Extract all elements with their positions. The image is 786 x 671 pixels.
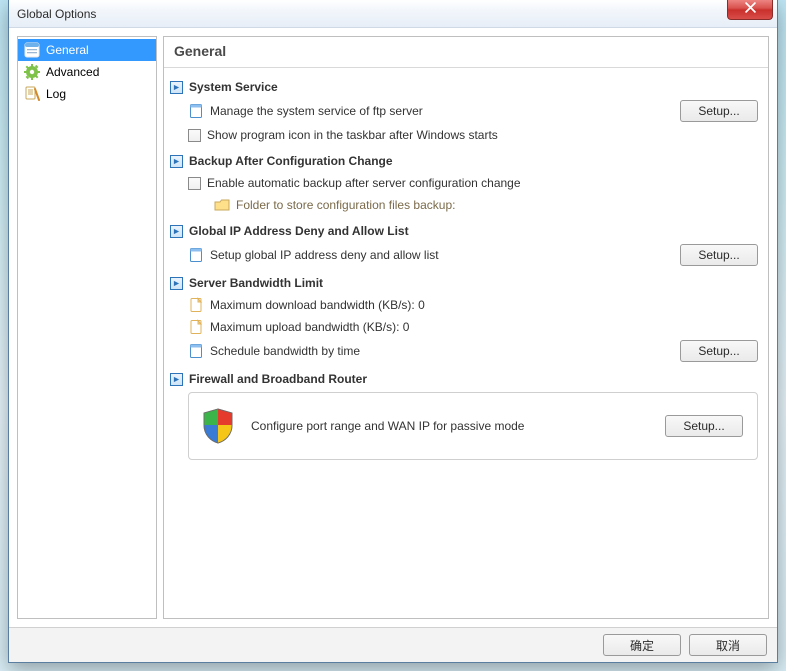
- close-icon: [745, 2, 756, 16]
- row-label: Schedule bandwidth by time: [210, 344, 674, 358]
- sidebar-item-advanced[interactable]: Advanced: [18, 61, 156, 83]
- section-title: Server Bandwidth Limit: [189, 276, 323, 290]
- ok-button[interactable]: 确定: [603, 634, 681, 656]
- row-label: Maximum download bandwidth (KB/s): 0: [210, 298, 762, 312]
- section-title: Backup After Configuration Change: [189, 154, 393, 168]
- section-header-ip-list[interactable]: Global IP Address Deny and Allow List: [170, 224, 762, 238]
- collapse-arrow-icon: [170, 373, 183, 386]
- page-icon: [188, 343, 204, 359]
- row-label: Setup global IP address deny and allow l…: [210, 248, 674, 262]
- sidebar-item-general[interactable]: General: [18, 39, 156, 61]
- sidebar-item-label: Advanced: [46, 65, 99, 79]
- gear-icon: [24, 64, 40, 80]
- row-tray-icon[interactable]: Show program icon in the taskbar after W…: [170, 124, 762, 146]
- row-max-download[interactable]: Maximum download bandwidth (KB/s): 0: [170, 294, 762, 316]
- router-box: Configure port range and WAN IP for pass…: [188, 392, 758, 460]
- row-schedule-bandwidth[interactable]: Schedule bandwidth by time Setup...: [170, 338, 762, 364]
- collapse-arrow-icon: [170, 155, 183, 168]
- sidebar-item-log[interactable]: Log: [18, 83, 156, 105]
- sidebar-item-label: Log: [46, 87, 66, 101]
- setup-button-bandwidth[interactable]: Setup...: [680, 340, 758, 362]
- checkbox[interactable]: [188, 129, 201, 142]
- page-icon: [188, 247, 204, 263]
- shield-icon: [201, 407, 235, 445]
- setup-button-ip-list[interactable]: Setup...: [680, 244, 758, 266]
- row-manage-service[interactable]: Manage the system service of ftp server …: [170, 98, 762, 124]
- main-panel: General System Service Manage the system…: [163, 36, 769, 619]
- row-label: Show program icon in the taskbar after W…: [207, 128, 762, 142]
- log-icon: [24, 86, 40, 102]
- general-icon: [24, 42, 40, 58]
- row-label: Folder to store configuration files back…: [236, 198, 762, 212]
- folder-icon: [214, 197, 230, 213]
- sheet-icon: [188, 297, 204, 313]
- row-ip-list[interactable]: Setup global IP address deny and allow l…: [170, 242, 762, 268]
- section-header-bandwidth[interactable]: Server Bandwidth Limit: [170, 276, 762, 290]
- sheet-icon: [188, 319, 204, 335]
- page-icon: [188, 103, 204, 119]
- collapse-arrow-icon: [170, 277, 183, 290]
- setup-button-router[interactable]: Setup...: [665, 415, 743, 437]
- router-label: Configure port range and WAN IP for pass…: [251, 419, 649, 433]
- window-title: Global Options: [17, 7, 96, 21]
- section-header-router[interactable]: Firewall and Broadband Router: [170, 372, 762, 386]
- setup-button-system-service[interactable]: Setup...: [680, 100, 758, 122]
- row-label: Enable automatic backup after server con…: [207, 176, 762, 190]
- cancel-button[interactable]: 取消: [689, 634, 767, 656]
- section-header-backup[interactable]: Backup After Configuration Change: [170, 154, 762, 168]
- close-button[interactable]: [727, 0, 773, 20]
- collapse-arrow-icon: [170, 225, 183, 238]
- sidebar-item-label: General: [46, 43, 89, 57]
- row-enable-backup[interactable]: Enable automatic backup after server con…: [170, 172, 762, 194]
- section-header-system-service[interactable]: System Service: [170, 80, 762, 94]
- panel-body: System Service Manage the system service…: [164, 68, 768, 466]
- row-label: Manage the system service of ftp server: [210, 104, 674, 118]
- collapse-arrow-icon: [170, 81, 183, 94]
- row-label: Maximum upload bandwidth (KB/s): 0: [210, 320, 762, 334]
- section-title: Firewall and Broadband Router: [189, 372, 367, 386]
- row-max-upload[interactable]: Maximum upload bandwidth (KB/s): 0: [170, 316, 762, 338]
- panel-heading: General: [164, 37, 768, 68]
- row-backup-folder[interactable]: Folder to store configuration files back…: [170, 194, 762, 216]
- sidebar: General Advanced Log: [17, 36, 157, 619]
- dialog-footer: 确定 取消: [9, 627, 777, 662]
- options-window: Global Options General Advanced: [8, 0, 778, 663]
- section-title: Global IP Address Deny and Allow List: [189, 224, 409, 238]
- checkbox[interactable]: [188, 177, 201, 190]
- titlebar: Global Options: [9, 0, 777, 28]
- section-title: System Service: [189, 80, 278, 94]
